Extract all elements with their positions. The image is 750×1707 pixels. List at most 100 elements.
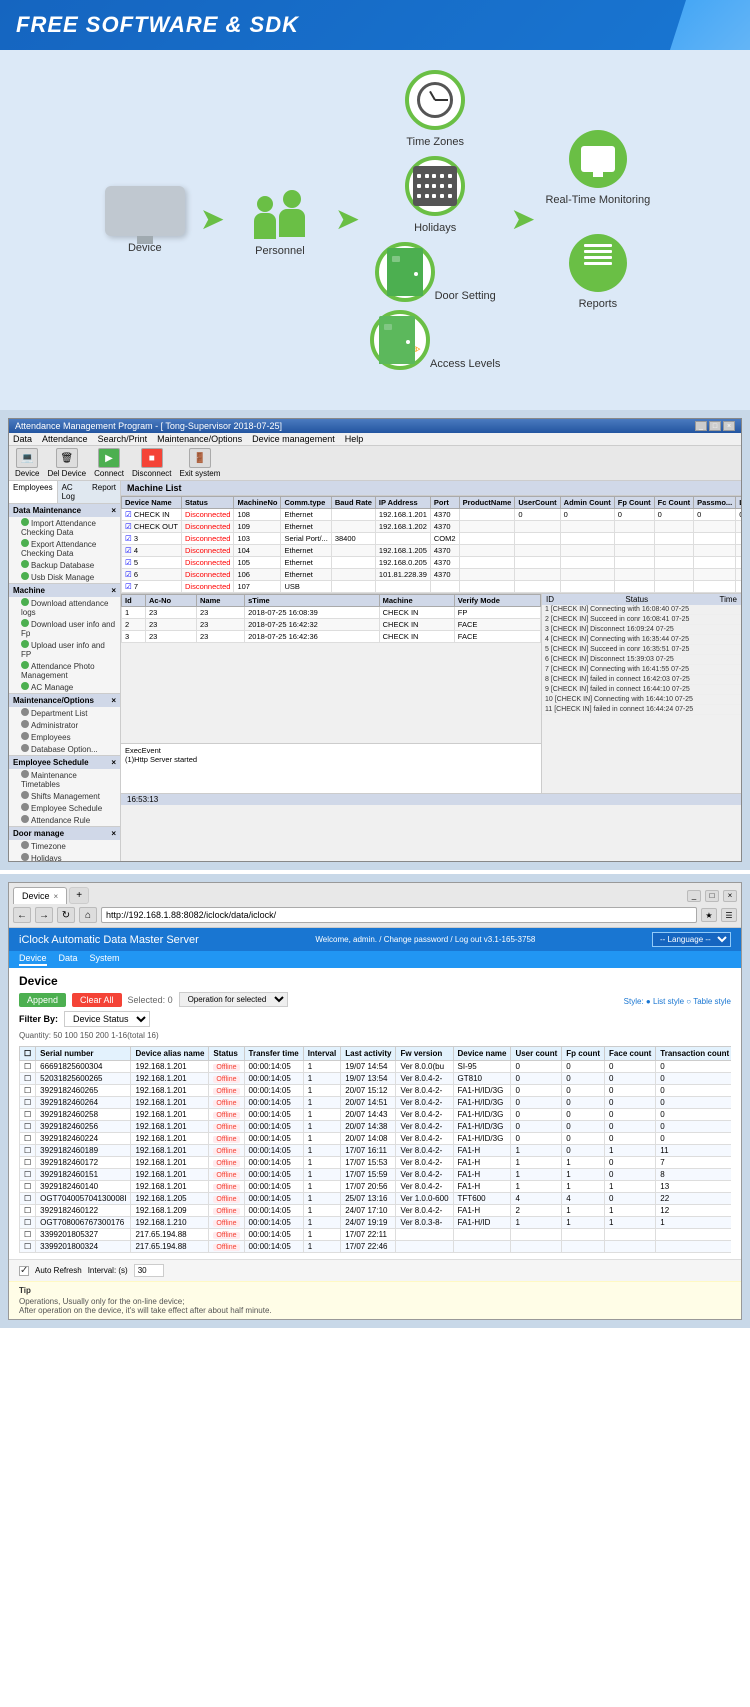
minimize-btn[interactable]: _ — [695, 421, 707, 431]
titlebar-buttons[interactable]: _ □ × — [695, 421, 735, 431]
table-row[interactable]: ☑ 6 Disconnected 106 Ethernet 101.81.228… — [122, 569, 742, 581]
clear-all-btn[interactable]: Clear All — [72, 993, 122, 1007]
sidebar-item-photo[interactable]: Attendance Photo Management — [9, 660, 120, 681]
toolbar-deldevice-btn[interactable]: 🗑 Del Device — [47, 448, 86, 478]
append-btn[interactable]: Append — [19, 993, 66, 1007]
table-row[interactable]: ☑ 3 Disconnected 103 Serial Port/... 384… — [122, 533, 742, 545]
table-row[interactable]: ☐3929182460224192.168.1.201Offline00:00:… — [20, 1133, 732, 1145]
table-row[interactable]: ☑ 4 Disconnected 104 Ethernet 192.168.1.… — [122, 545, 742, 557]
menu-search[interactable]: Search/Print — [98, 434, 148, 444]
settings-btn[interactable]: ☰ — [721, 908, 737, 922]
sidebar-item-db[interactable]: Database Option... — [9, 743, 120, 755]
browser-restore-btn[interactable]: □ — [705, 890, 719, 902]
menu-maintenance[interactable]: Maintenance/Options — [157, 434, 242, 444]
tab-close-btn[interactable]: × — [54, 892, 59, 901]
table-row[interactable]: ☐66691825600304192.168.1.201Offline00:00… — [20, 1061, 732, 1073]
sidebar-item-upload-user[interactable]: Upload user info and FP — [9, 639, 120, 660]
table-row[interactable]: ☑ 5 Disconnected 105 Ethernet 192.168.0.… — [122, 557, 742, 569]
sidebar-item-timetables[interactable]: Maintenance Timetables — [9, 769, 120, 790]
sidebar-item-admin[interactable]: Administrator — [9, 719, 120, 731]
browser-tab-device[interactable]: Device × — [13, 887, 67, 904]
web-nav-device[interactable]: Device — [19, 953, 47, 966]
table-row[interactable]: ☐3399201800324217.65.194.88Offline00:00:… — [20, 1241, 732, 1253]
menu-device[interactable]: Device management — [252, 434, 335, 444]
table-row[interactable]: ☐3929182460140192.168.1.201Offline00:00:… — [20, 1181, 732, 1193]
toolbar-disconnect-btn[interactable]: ■ Disconnect — [132, 448, 172, 478]
style-toggle[interactable]: Style: ● List style ○ Table style — [624, 997, 731, 1006]
home-btn[interactable]: ⌂ — [79, 907, 97, 923]
sidebar-item-emp-schedule[interactable]: Employee Schedule — [9, 802, 120, 814]
table-row[interactable]: ☐3929182460258192.168.1.201Offline00:00:… — [20, 1109, 732, 1121]
sidebar-item-ac[interactable]: AC Manage — [9, 681, 120, 693]
refresh-btn[interactable]: ↻ — [57, 907, 75, 923]
table-row[interactable]: ☐3929182460256192.168.1.201Offline00:00:… — [20, 1121, 732, 1133]
web-nav-system[interactable]: System — [90, 953, 120, 966]
operation-select[interactable]: Operation for selected — [179, 992, 288, 1007]
table-row[interactable]: ☐52031825600265192.168.1.201Offline00:00… — [20, 1073, 732, 1085]
table-row[interactable]: ☐3929182460264192.168.1.201Offline00:00:… — [20, 1097, 732, 1109]
close-btn[interactable]: × — [723, 421, 735, 431]
toolbar-connect-btn[interactable]: ▶ Connect — [94, 448, 124, 478]
sidebar-header-data[interactable]: Data Maintenance × — [9, 504, 120, 517]
sidebar-tab-report[interactable]: Report — [88, 481, 120, 503]
interval-input[interactable] — [134, 1264, 164, 1277]
browser-close-btn[interactable]: × — [723, 890, 737, 902]
menu-attendance[interactable]: Attendance — [42, 434, 88, 444]
web-cell: 0 — [605, 1061, 656, 1073]
web-table-container[interactable]: ☐ Serial number Device alias name Status… — [19, 1046, 731, 1253]
sidebar-item-export[interactable]: Export Attendance Checking Data — [9, 538, 120, 559]
sidebar-header-door[interactable]: Door manage × — [9, 827, 120, 840]
sidebar-item-shifts[interactable]: Shifts Management — [9, 790, 120, 802]
table-row[interactable]: ☐3929182460172192.168.1.201Offline00:00:… — [20, 1157, 732, 1169]
url-bar[interactable] — [101, 907, 697, 923]
sidebar-item-usb[interactable]: Usb Disk Manage — [9, 571, 120, 583]
table-row[interactable]: ☐3929182460122192.168.1.209Offline00:00:… — [20, 1205, 732, 1217]
sidebar-item-import[interactable]: Import Attendance Checking Data — [9, 517, 120, 538]
back-btn[interactable]: ← — [13, 907, 31, 923]
menu-help[interactable]: Help — [345, 434, 364, 444]
sidebar-header-maint[interactable]: Maintenance/Options × — [9, 694, 120, 707]
auto-refresh-checkbox[interactable] — [19, 1266, 29, 1276]
web-cell: ☐ — [20, 1133, 36, 1145]
sidebar-item-holidays[interactable]: Holidays — [9, 852, 120, 861]
filter-select[interactable]: Device Status — [64, 1011, 150, 1027]
language-select[interactable]: -- Language -- — [652, 932, 731, 947]
forward-btn[interactable]: → — [35, 907, 53, 923]
sidebar-item-employees[interactable]: Employees — [9, 731, 120, 743]
web-cell: 0 — [605, 1193, 656, 1205]
toolbar-exit-btn[interactable]: 🚪 Exit system — [180, 448, 221, 478]
table-row[interactable]: ☐3929182460189192.168.1.201Offline00:00:… — [20, 1145, 732, 1157]
toolbar-device-btn[interactable]: 💻 Device — [15, 448, 39, 478]
bottom-table-area[interactable]: Id Ac-No Name sTime Machine Verify Mode — [121, 594, 541, 743]
table-row[interactable]: ☐3929182460265192.168.1.201Offline00:00:… — [20, 1085, 732, 1097]
menu-data[interactable]: Data — [13, 434, 32, 444]
table-row[interactable]: ☐OGT704005704130008I192.168.1.205Offline… — [20, 1193, 732, 1205]
maximize-btn[interactable]: □ — [709, 421, 721, 431]
sidebar-tab-employees[interactable]: Employees — [9, 481, 58, 503]
table-row[interactable]: ☐3399201805327217.65.194.88Offline00:00:… — [20, 1229, 732, 1241]
sidebar-item-download-user[interactable]: Download user info and Fp — [9, 618, 120, 639]
table-row[interactable]: ☑ CHECK IN Disconnected 108 Ethernet 192… — [122, 509, 742, 521]
sidebar-tab-aclog[interactable]: AC Log — [58, 481, 88, 503]
sidebar-item-download-logs[interactable]: Download attendance logs — [9, 597, 120, 618]
sidebar-item-attendance-rule[interactable]: Attendance Rule — [9, 814, 120, 826]
web-cell: 0 — [511, 1121, 562, 1133]
table-row[interactable]: ☑ 7 Disconnected 107 USB — [122, 581, 742, 593]
table-row[interactable]: ☐OGT708006767300176192.168.1.210Offline0… — [20, 1217, 732, 1229]
bookmark-btn[interactable]: ★ — [701, 908, 717, 922]
table-row[interactable]: ☑ CHECK OUT Disconnected 109 Ethernet 19… — [122, 521, 742, 533]
sidebar-header-machine[interactable]: Machine × — [9, 584, 120, 597]
sidebar-item-dept[interactable]: Department List — [9, 707, 120, 719]
table-row[interactable]: 2 23 23 2018-07-25 16:42:32 CHECK IN FAC… — [122, 619, 541, 631]
table-row[interactable]: 3 23 23 2018-07-25 16:42:36 CHECK IN FAC… — [122, 631, 541, 643]
web-nav-data[interactable]: Data — [59, 953, 78, 966]
table-row[interactable]: 1 23 23 2018-07-25 16:08:39 CHECK IN FP — [122, 607, 541, 619]
sidebar-item-backup[interactable]: Backup Database — [9, 559, 120, 571]
sidebar-header-schedule[interactable]: Employee Schedule × — [9, 756, 120, 769]
sidebar-item-timezone[interactable]: Timezone — [9, 840, 120, 852]
browser-minimize-btn[interactable]: _ — [687, 890, 701, 902]
table-row[interactable]: ☐3929182460151192.168.1.201Offline00:00:… — [20, 1169, 732, 1181]
machine-table-container[interactable]: Device Name Status MachineNo Comm.type B… — [121, 496, 741, 593]
new-tab-btn[interactable]: + — [69, 887, 89, 904]
cell-machineno: 106 — [234, 569, 281, 581]
